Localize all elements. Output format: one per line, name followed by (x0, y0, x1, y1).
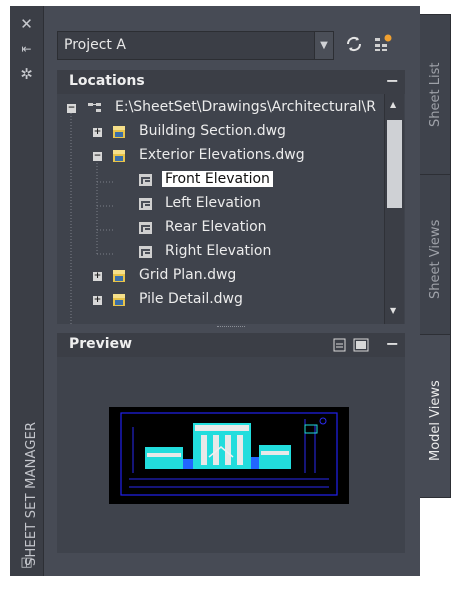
scrollbar-thumb[interactable] (387, 120, 402, 208)
refresh-icon[interactable] (343, 33, 365, 55)
tree-scrollbar[interactable]: ▲ ▼ (384, 94, 404, 324)
expand-icon[interactable]: + (93, 128, 102, 137)
auto-hide-icon[interactable]: ⇤ (18, 41, 35, 58)
location-folder-icon (87, 100, 105, 116)
tree-item-view[interactable]: Front Elevation (57, 170, 405, 192)
expand-icon[interactable]: + (93, 296, 102, 305)
tree-item-label: E:\SheetSet\Drawings\Architectural\R (115, 99, 377, 115)
pane-splitter[interactable] (57, 324, 405, 330)
tree-item-label: Exterior Elevations.dwg (139, 147, 305, 163)
details-icon[interactable] (333, 338, 347, 356)
palette-title-strip: ✕ ⇤ ✲ SHEET SET MANAGER ◫ (10, 6, 44, 576)
preview-icon[interactable] (353, 338, 369, 356)
tab-sheet-views[interactable]: Sheet Views (420, 174, 451, 336)
preview-title: Preview (69, 336, 133, 352)
collapse-icon[interactable]: − (67, 104, 76, 113)
scroll-down-icon[interactable]: ▼ (390, 306, 396, 315)
tree-item-drawing[interactable]: + Building Section.dwg (57, 122, 405, 144)
drawing-file-icon (111, 124, 129, 140)
collapse-icon[interactable]: − (93, 152, 102, 161)
view-icon (137, 196, 155, 212)
scroll-up-icon[interactable]: ▲ (390, 100, 396, 109)
tree-item-drawing[interactable]: − Exterior Elevations.dwg (57, 146, 405, 168)
close-icon[interactable]: ✕ (18, 16, 35, 33)
sheet-set-options-icon[interactable] (372, 33, 394, 55)
tab-sheet-list[interactable]: Sheet List (420, 14, 451, 176)
tree-item-label: Building Section.dwg (139, 123, 286, 139)
preview-header: Preview − (57, 333, 405, 357)
preview-minimize-button[interactable]: − (386, 334, 399, 353)
tree-item-view[interactable]: Left Elevation (57, 194, 405, 216)
drawing-file-icon (111, 148, 129, 164)
tree-item-label: Pile Detail.dwg (139, 291, 243, 307)
project-selector[interactable]: Project A ▼ (57, 31, 334, 60)
locations-tree: − E:\SheetSet\Drawings\Architectural\R +… (57, 94, 405, 324)
locations-header: Locations − (57, 70, 405, 94)
tree-item-root-folder[interactable]: − E:\SheetSet\Drawings\Architectural\R (57, 98, 405, 120)
view-icon (137, 220, 155, 236)
chevron-down-icon[interactable]: ▼ (314, 32, 333, 59)
tab-sheet-list-label: Sheet List (428, 62, 443, 127)
view-icon (137, 172, 155, 188)
sheet-set-manager-icon: ◫ (20, 555, 33, 570)
drawing-file-icon (111, 268, 129, 284)
tab-model-views-label: Model Views (428, 380, 443, 461)
tree-item-label: Front Elevation (162, 171, 273, 187)
properties-icon[interactable]: ✲ (18, 66, 35, 83)
tab-sheet-views-label: Sheet Views (428, 219, 443, 299)
view-icon (137, 244, 155, 260)
expand-icon[interactable]: + (93, 272, 102, 281)
tree-item-drawing[interactable]: + Grid Plan.dwg (57, 266, 405, 288)
tree-item-label: Left Elevation (165, 195, 261, 211)
palette-title: SHEET SET MANAGER (24, 421, 39, 566)
project-selector-value: Project A (64, 37, 126, 53)
tree-item-view[interactable]: Right Elevation (57, 242, 405, 264)
tab-model-views[interactable]: Model Views (420, 334, 451, 498)
drawing-preview-image (109, 407, 349, 504)
locations-title: Locations (69, 73, 145, 89)
locations-minimize-button[interactable]: − (386, 71, 399, 90)
drawing-file-icon (111, 292, 129, 308)
tree-item-label: Right Elevation (165, 243, 272, 259)
tree-item-label: Grid Plan.dwg (139, 267, 237, 283)
splitter-grip (217, 326, 245, 327)
tree-item-view[interactable]: Rear Elevation (57, 218, 405, 240)
tree-item-label: Rear Elevation (165, 219, 267, 235)
tree-item-drawing[interactable]: + Pile Detail.dwg (57, 290, 405, 312)
